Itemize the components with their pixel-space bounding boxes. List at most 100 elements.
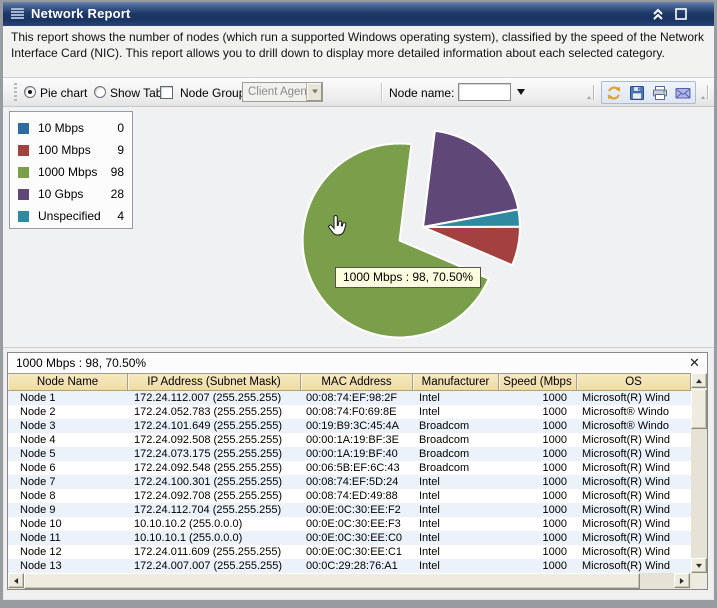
- legend-color-swatch: [18, 189, 29, 200]
- refresh-button[interactable]: [605, 84, 623, 102]
- legend-item: 100 Mbps9: [18, 139, 124, 161]
- table-cell: 00:08:74:F0:69:8E: [301, 405, 413, 419]
- table-cell: Node 2: [8, 405, 128, 419]
- table-cell: Microsoft(R) Wind: [577, 447, 691, 461]
- column-header[interactable]: Manufacturer: [413, 374, 499, 390]
- table-cell: 00:00:1A:19:BF:40: [301, 447, 413, 461]
- drilldown-header: 1000 Mbps : 98, 70.50%: [8, 353, 707, 373]
- table-row[interactable]: Node 3172.24.101.649 (255.255.255)00:19:…: [8, 419, 691, 433]
- scroll-left-button[interactable]: [8, 573, 24, 588]
- legend-item: 10 Gbps28: [18, 183, 124, 205]
- toolbar-overflow-marker[interactable]: [701, 85, 708, 100]
- legend-label: 10 Mbps: [38, 121, 117, 135]
- table-cell: 1000: [499, 475, 577, 489]
- node-group-value: Client Agent: [243, 83, 306, 101]
- legend: 10 Mbps0100 Mbps91000 Mbps9810 Gbps28Uns…: [9, 111, 133, 229]
- table-row[interactable]: Node 8172.24.092.708 (255.255.255)00:08:…: [8, 489, 691, 503]
- radio-pie-chart[interactable]: [24, 86, 36, 98]
- scroll-right-button[interactable]: [674, 573, 690, 588]
- node-group-checkbox[interactable]: [160, 86, 173, 99]
- email-button[interactable]: [674, 84, 692, 102]
- column-header[interactable]: Speed (Mbps: [499, 374, 577, 390]
- vertical-scrollbar[interactable]: [691, 373, 707, 573]
- table-cell: 1000: [499, 405, 577, 419]
- table-cell: Microsoft(R) Wind: [577, 489, 691, 503]
- legend-item: 10 Mbps0: [18, 117, 124, 139]
- table-cell: 00:0E:0C:30:EE:F2: [301, 503, 413, 517]
- table-cell: 172.24.007.007 (255.255.255): [128, 559, 301, 573]
- table-cell: 1000: [499, 391, 577, 405]
- toolbar-overflow-marker[interactable]: [587, 85, 594, 100]
- grip-icon: [11, 8, 24, 20]
- table-row[interactable]: Node 7172.24.100.301 (255.255.255)00:08:…: [8, 475, 691, 489]
- table-cell: Intel: [413, 391, 499, 405]
- scroll-down-button[interactable]: [691, 558, 707, 573]
- table-cell: 00:0C:29:28:76:A1: [301, 559, 413, 573]
- table-row[interactable]: Node 1010.10.10.2 (255.0.0.0)00:0E:0C:30…: [8, 517, 691, 531]
- pie-chart: [296, 117, 531, 341]
- table-cell: Microsoft(R) Wind: [577, 545, 691, 559]
- drilldown-panel: 1000 Mbps : 98, 70.50% ✕ Node NameIP Add…: [7, 352, 708, 590]
- table-cell: Node 3: [8, 419, 128, 433]
- table-row[interactable]: Node 9172.24.112.704 (255.255.255)00:0E:…: [8, 503, 691, 517]
- horizontal-scroll-thumb[interactable]: [24, 573, 640, 589]
- restore-button[interactable]: [674, 7, 688, 21]
- table-cell: Microsoft(R) Wind: [577, 475, 691, 489]
- table-row[interactable]: Node 13172.24.007.007 (255.255.255)00:0C…: [8, 559, 691, 573]
- table-cell: Broadcom: [413, 461, 499, 475]
- table-cell: 1000: [499, 419, 577, 433]
- column-header[interactable]: OS: [577, 374, 691, 390]
- node-name-input[interactable]: [458, 83, 511, 101]
- table-row[interactable]: Node 1110.10.10.1 (255.0.0.0)00:0E:0C:30…: [8, 531, 691, 545]
- scroll-up-button[interactable]: [691, 373, 707, 388]
- legend-item: Unspecified4: [18, 205, 124, 227]
- column-header[interactable]: IP Address (Subnet Mask): [128, 374, 301, 390]
- table-row[interactable]: Node 5172.24.073.175 (255.255.255)00:00:…: [8, 447, 691, 461]
- table-cell: 1000: [499, 531, 577, 545]
- arrow-right-icon: [680, 578, 687, 584]
- table-cell: 172.24.092.508 (255.255.255): [128, 433, 301, 447]
- radio-show-table[interactable]: [94, 86, 106, 98]
- table-cell: 172.24.052.783 (255.255.255): [128, 405, 301, 419]
- table-body: Node 1172.24.112.007 (255.255.255)00:08:…: [8, 391, 691, 573]
- save-button[interactable]: [628, 84, 646, 102]
- legend-label: Unspecified: [38, 209, 117, 223]
- node-group-dropdown-button[interactable]: [306, 83, 322, 101]
- table-cell: Node 9: [8, 503, 128, 517]
- report-description: This report shows the number of nodes (w…: [3, 26, 714, 78]
- caret-down-icon: [312, 90, 318, 97]
- table-cell: 00:19:B9:3C:45:4A: [301, 419, 413, 433]
- node-name-dropdown-button[interactable]: [517, 89, 525, 99]
- table-cell: Microsoft(R) Wind: [577, 531, 691, 545]
- print-button[interactable]: [651, 84, 669, 102]
- table-cell: 172.24.092.548 (255.255.255): [128, 461, 301, 475]
- table-cell: 1000: [499, 433, 577, 447]
- table-cell: Microsoft(R) Wind: [577, 503, 691, 517]
- table-row[interactable]: Node 1172.24.112.007 (255.255.255)00:08:…: [8, 391, 691, 405]
- node-group-label: Node Group:: [180, 86, 249, 100]
- network-report-window: Network Report This report shows the num…: [0, 0, 717, 608]
- table-cell: Intel: [413, 489, 499, 503]
- column-header[interactable]: MAC Address: [301, 374, 413, 390]
- horizontal-scrollbar[interactable]: [8, 573, 691, 589]
- table-cell: Intel: [413, 503, 499, 517]
- collapse-button[interactable]: [651, 7, 665, 21]
- table-cell: Intel: [413, 531, 499, 545]
- chart-area: 10 Mbps0100 Mbps91000 Mbps9810 Gbps28Uns…: [3, 107, 714, 348]
- legend-color-swatch: [18, 167, 29, 178]
- table-row[interactable]: Node 2172.24.052.783 (255.255.255)00:08:…: [8, 405, 691, 419]
- vertical-scroll-thumb[interactable]: [691, 389, 707, 429]
- radio-pie-chart-label[interactable]: Pie chart: [40, 86, 87, 100]
- table-cell: 172.24.112.704 (255.255.255): [128, 503, 301, 517]
- column-header[interactable]: Node Name: [8, 374, 128, 390]
- table-cell: 00:00:1A:19:BF:3E: [301, 433, 413, 447]
- table-cell: 172.24.101.649 (255.255.255): [128, 419, 301, 433]
- table-cell: Broadcom: [413, 419, 499, 433]
- node-group-select[interactable]: Client Agent: [242, 82, 323, 102]
- legend-item: 1000 Mbps98: [18, 161, 124, 183]
- table-row[interactable]: Node 6172.24.092.548 (255.255.255)00:06:…: [8, 461, 691, 475]
- table-row[interactable]: Node 4172.24.092.508 (255.255.255)00:00:…: [8, 433, 691, 447]
- toolbar-grip[interactable]: [14, 83, 17, 101]
- close-button[interactable]: ✕: [687, 355, 702, 370]
- table-row[interactable]: Node 12172.24.011.609 (255.255.255)00:0E…: [8, 545, 691, 559]
